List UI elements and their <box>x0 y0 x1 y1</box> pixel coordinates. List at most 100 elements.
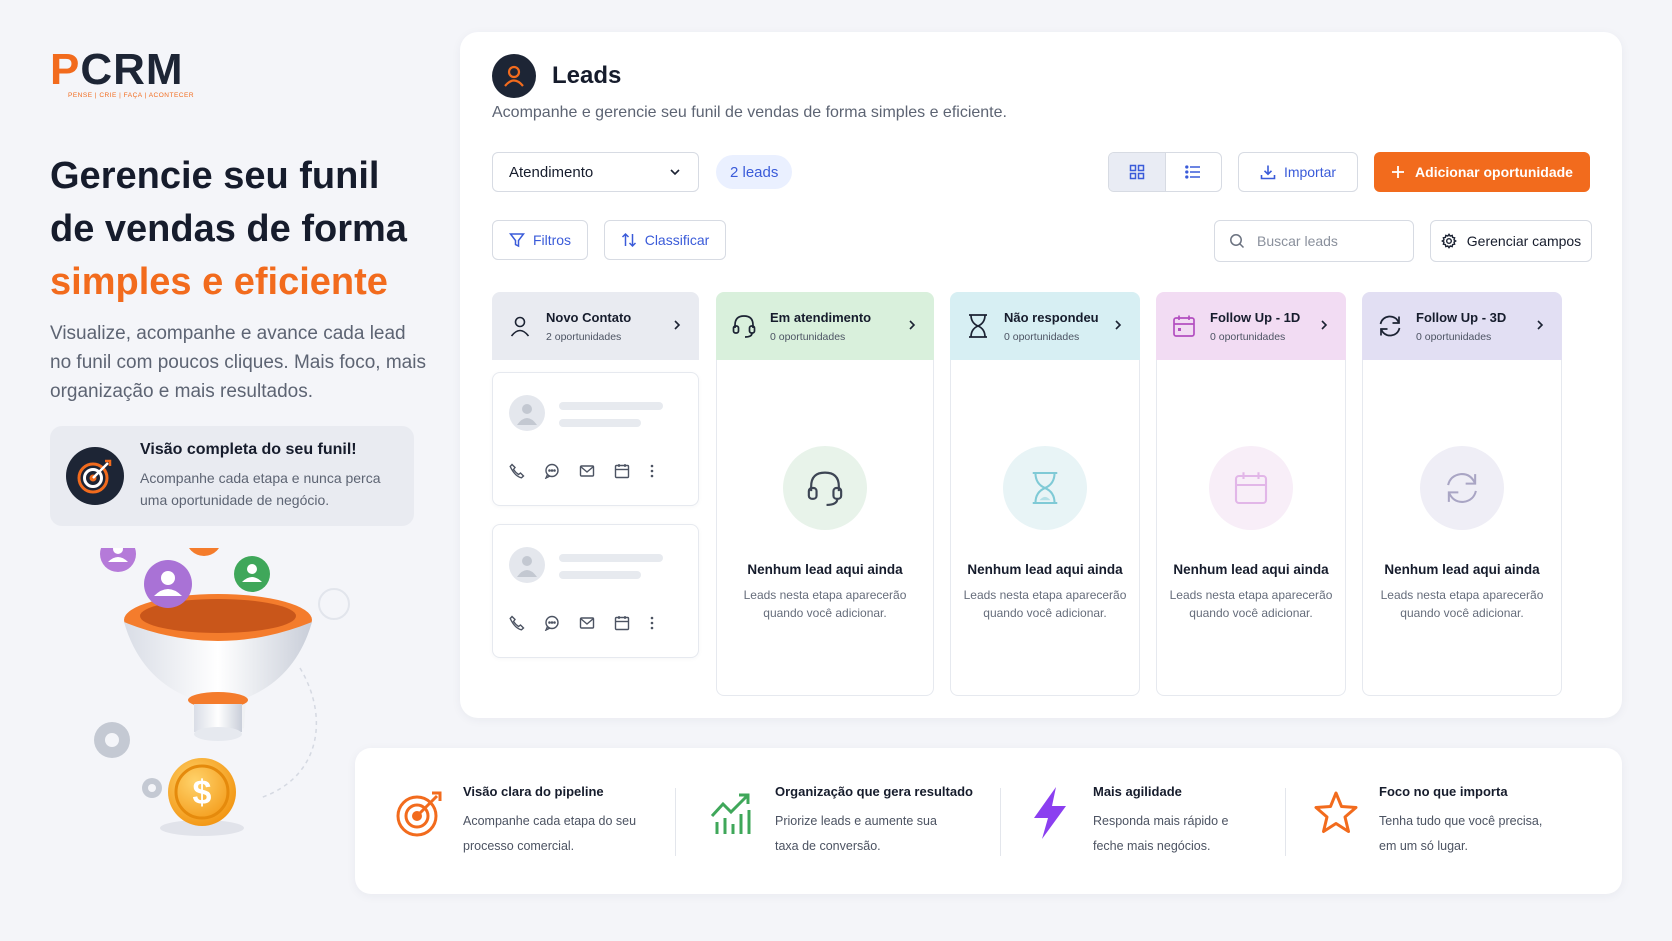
chat-icon[interactable] <box>544 463 560 479</box>
avatar <box>509 547 545 583</box>
logo-tagline: PENSE | CRIE | FAÇA | ACONTECER <box>68 92 195 99</box>
benefits-strip: Visão clara do pipeline Acompanhe cada e… <box>355 748 1622 894</box>
benefit-title: Mais agilidade <box>1093 784 1182 799</box>
benefit-item: Foco no que importa Tenha tudo que você … <box>1309 784 1559 859</box>
user-icon <box>506 314 534 338</box>
column-title: Follow Up - 3D <box>1416 309 1507 325</box>
column-follow-up-1d: Follow Up - 1D 0 oportunidades Nenhum le… <box>1156 292 1346 696</box>
headset-icon <box>783 446 867 530</box>
column-header[interactable]: Follow Up - 3D 0 oportunidades <box>1362 292 1562 360</box>
calendar-icon <box>1209 446 1293 530</box>
column-header[interactable]: Novo Contato 2 oportunidades <box>492 292 699 360</box>
divider <box>1285 788 1286 856</box>
hourglass-icon <box>964 313 992 339</box>
empty-description: Leads nesta etapa aparecerão quando você… <box>1169 588 1333 620</box>
avatar <box>509 395 545 431</box>
chat-icon[interactable] <box>544 615 560 631</box>
page-title: Leads <box>552 62 622 89</box>
benefit-title: Visão clara do pipeline <box>463 784 604 799</box>
column-title: Novo Contato <box>546 309 632 325</box>
column-body: Nenhum lead aqui ainda Leads nesta etapa… <box>1156 360 1346 696</box>
lead-actions <box>509 615 655 631</box>
benefit-title: Organização que gera resultado <box>775 784 973 799</box>
leads-panel: Leads Acompanhe e gerencie seu funil de … <box>460 32 1622 718</box>
column-header[interactable]: Não respondeu 0 oportunidades <box>950 292 1140 360</box>
empty-title: Nenhum lead aqui ainda <box>1384 562 1540 577</box>
svg-text:$: $ <box>193 774 212 812</box>
hero: Gerencie seu funil de vendas de forma si… <box>50 150 430 406</box>
chevron-right-icon <box>674 320 681 330</box>
target-icon <box>393 786 447 840</box>
star-icon <box>1309 786 1363 840</box>
chevron-down-icon <box>670 169 680 176</box>
leads-avatar-icon <box>492 54 536 98</box>
grid-view-button[interactable] <box>1109 153 1166 191</box>
column-follow-up-3d: Follow Up - 3D 0 oportunidades Nenhum le… <box>1362 292 1562 696</box>
gear-icon <box>1440 233 1457 249</box>
column-body: Nenhum lead aqui ainda Leads nesta etapa… <box>716 360 934 696</box>
lightning-icon <box>1023 786 1077 840</box>
funnel-illustration: $ <box>80 520 380 888</box>
hero-title: Gerencie seu funil de vendas de forma si… <box>50 155 407 303</box>
lead-card[interactable] <box>492 524 699 658</box>
column-nao-respondeu: Não respondeu 0 oportunidades Nenhum lea… <box>950 292 1140 696</box>
filter-icon <box>508 233 525 248</box>
search-placeholder: Buscar leads <box>1257 233 1338 249</box>
calendar-icon[interactable] <box>614 615 630 631</box>
column-header[interactable]: Em atendimento 0 oportunidades <box>716 292 934 360</box>
lead-card[interactable] <box>492 372 699 506</box>
sort-button[interactable]: Classificar <box>604 220 726 260</box>
import-button[interactable]: Importar <box>1238 152 1358 192</box>
feature-highlight: Visão completa do seu funil! Acompanhe c… <box>50 426 414 526</box>
column-title: Não respondeu <box>1004 309 1099 325</box>
list-icon <box>1185 165 1201 179</box>
list-view-button[interactable] <box>1166 153 1222 191</box>
add-opportunity-button[interactable]: Adicionar oportunidade <box>1374 152 1590 192</box>
lead-count-badge: 2 leads <box>716 155 793 189</box>
refresh-icon <box>1420 446 1504 530</box>
empty-description: Leads nesta etapa aparecerão quando você… <box>743 588 907 620</box>
column-body: Nenhum lead aqui ainda Leads nesta etapa… <box>950 360 1140 696</box>
column-em-atendimento: Em atendimento 0 oportunidades Nenhum le… <box>716 292 934 696</box>
growth-chart-icon <box>705 786 759 840</box>
sort-icon <box>621 232 636 248</box>
view-toggle <box>1108 152 1222 192</box>
page-subtitle: Acompanhe e gerencie seu funil de vendas… <box>492 104 1007 121</box>
target-icon <box>66 447 124 505</box>
mail-icon[interactable] <box>579 463 595 479</box>
name-placeholder <box>559 554 663 562</box>
calendar-icon[interactable] <box>614 463 630 479</box>
calendar-icon <box>1170 314 1198 338</box>
logo: PCRM PENSE | CRIE | FAÇA | ACONTECER <box>50 48 195 100</box>
more-vertical-icon[interactable] <box>649 463 655 479</box>
phone-icon[interactable] <box>509 615 525 631</box>
detail-placeholder <box>559 571 641 579</box>
search-icon <box>1230 234 1245 249</box>
empty-title: Nenhum lead aqui ainda <box>747 562 903 577</box>
mail-icon[interactable] <box>579 615 595 631</box>
benefit-text: Responda mais rápido e feche mais negóci… <box>1093 814 1229 853</box>
headset-icon <box>730 313 758 339</box>
plus-icon <box>1392 166 1405 178</box>
chevron-right-icon <box>1115 320 1122 330</box>
filter-button[interactable]: Filtros <box>492 220 588 260</box>
hero-description: Visualize, acompanhe e avance cada lead … <box>50 323 426 402</box>
phone-icon[interactable] <box>509 463 525 479</box>
manage-fields-button[interactable]: Gerenciar campos <box>1430 220 1592 262</box>
divider <box>1000 788 1001 856</box>
name-placeholder <box>559 402 663 410</box>
column-novo-contato: Novo Contato 2 oportunidades <box>492 292 699 658</box>
detail-placeholder <box>559 419 641 427</box>
benefit-title: Foco no que importa <box>1379 784 1508 799</box>
feature-title: Visão completa do seu funil! <box>140 441 357 458</box>
hourglass-icon <box>1003 446 1087 530</box>
more-vertical-icon[interactable] <box>649 615 655 631</box>
benefit-item: Mais agilidade Responda mais rápido e fe… <box>1023 784 1243 859</box>
stage-select[interactable]: Atendimento <box>492 152 699 192</box>
column-header[interactable]: Follow Up - 1D 0 oportunidades <box>1156 292 1346 360</box>
lead-actions <box>509 463 655 479</box>
benefit-item: Organização que gera resultado Priorize … <box>705 784 973 859</box>
benefit-text: Tenha tudo que você precisa, em um só lu… <box>1379 814 1543 853</box>
search-input[interactable]: Buscar leads <box>1214 220 1414 262</box>
empty-title: Nenhum lead aqui ainda <box>1173 562 1329 577</box>
